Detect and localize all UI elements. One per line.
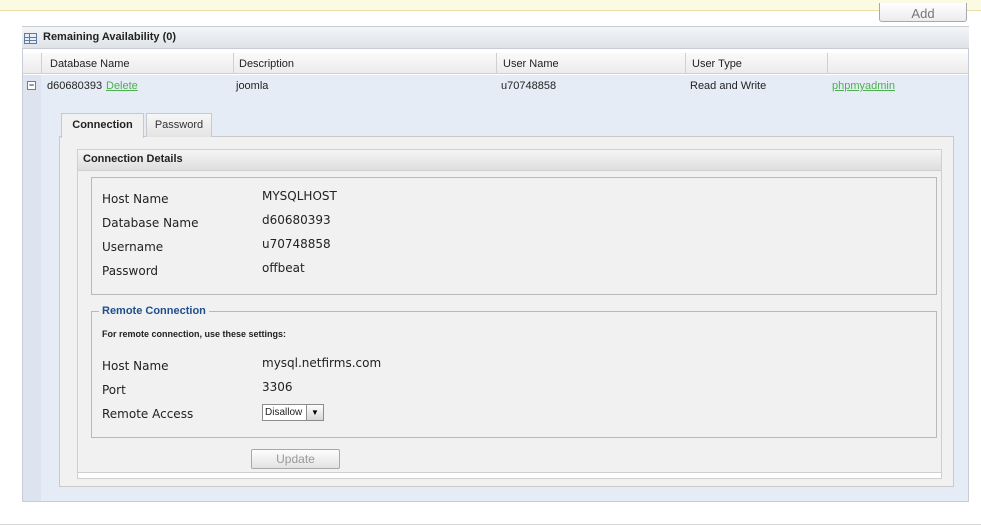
database-name-value: d60680393 bbox=[262, 213, 331, 227]
chevron-down-icon[interactable]: ▼ bbox=[306, 405, 323, 420]
add-button[interactable]: Add bbox=[879, 3, 967, 22]
table-icon bbox=[24, 33, 37, 44]
connection-details-title: Connection Details bbox=[83, 153, 183, 165]
credentials-fieldset bbox=[91, 177, 937, 295]
panel-title: Remaining Availability (0) bbox=[43, 31, 177, 43]
remote-host-name-value: mysql.netfirms.com bbox=[262, 356, 382, 370]
column-header-user-name[interactable]: User Name bbox=[503, 58, 559, 70]
port-value: 3306 bbox=[262, 380, 293, 394]
column-header-database-name[interactable]: Database Name bbox=[50, 58, 130, 70]
column-separator bbox=[496, 53, 497, 74]
database-name-label: Database Name bbox=[102, 216, 199, 230]
description-cell: joomla bbox=[236, 80, 269, 92]
remote-connection-hint: For remote connection, use these setting… bbox=[102, 329, 287, 339]
footer-divider bbox=[0, 524, 981, 525]
column-header-description[interactable]: Description bbox=[239, 58, 294, 70]
port-label: Port bbox=[102, 383, 126, 397]
username-value: u70748858 bbox=[262, 237, 331, 251]
collapse-icon[interactable]: − bbox=[27, 81, 36, 90]
host-name-value: MYSQLHOST bbox=[262, 189, 337, 203]
remote-access-label: Remote Access bbox=[102, 407, 194, 421]
user-type-cell: Read and Write bbox=[690, 80, 767, 92]
update-button[interactable]: Update bbox=[251, 449, 340, 469]
column-separator bbox=[827, 53, 828, 74]
column-separator bbox=[41, 53, 42, 74]
password-value: offbeat bbox=[262, 261, 305, 275]
tab-connection[interactable]: Connection bbox=[61, 113, 144, 138]
remote-connection-legend: Remote Connection bbox=[99, 305, 209, 317]
remote-host-name-label: Host Name bbox=[102, 359, 169, 373]
host-name-label: Host Name bbox=[102, 192, 169, 206]
row-gutter bbox=[23, 75, 41, 501]
notice-strip bbox=[0, 0, 981, 11]
username-label: Username bbox=[102, 240, 164, 254]
user-name-cell: u70748858 bbox=[501, 80, 557, 92]
column-header-user-type[interactable]: User Type bbox=[692, 58, 742, 70]
tab-password[interactable]: Password bbox=[146, 113, 212, 137]
password-label: Password bbox=[102, 264, 159, 278]
column-separator bbox=[233, 53, 234, 74]
connection-details-header bbox=[78, 150, 941, 171]
database-name-cell: d60680393 bbox=[47, 80, 103, 92]
details-footer-bar bbox=[78, 472, 941, 478]
phpmyadmin-link[interactable]: phpmyadmin bbox=[832, 80, 895, 92]
delete-link[interactable]: Delete bbox=[106, 80, 138, 92]
column-separator bbox=[685, 53, 686, 74]
